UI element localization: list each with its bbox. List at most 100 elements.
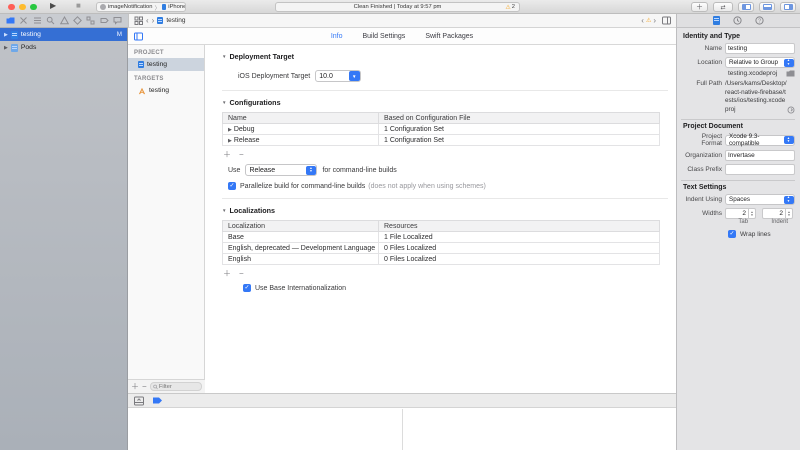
tab-build-settings[interactable]: Build Settings [363,33,406,40]
chevron-down-icon[interactable]: ▼ [349,71,360,81]
table-row[interactable]: ▶Debug 1 Configuration Set [223,124,660,135]
hide-debug-area-icon[interactable] [134,396,144,406]
target-item-label: testing [149,87,169,94]
file-icon [157,17,163,24]
project-list-item[interactable]: testing [128,58,204,71]
test-navigator-icon[interactable] [73,16,82,25]
toggle-project-list-icon[interactable] [134,32,143,41]
breakpoints-toggle-icon[interactable] [152,396,163,405]
combo-value: 10.0 [316,73,349,80]
indent-using-label: Indent Using [681,196,725,203]
tab-width-stepper[interactable]: 2 ▲▼ [725,208,756,219]
disclosure-icon[interactable]: ▶ [228,127,232,133]
name-label: Name [681,45,725,52]
indent-width-stepper[interactable]: 2 ▲▼ [762,208,793,219]
navigator-panel-icon [742,4,751,10]
organization-field[interactable]: Invertase [725,150,795,161]
disclosure-icon[interactable]: ▼ [222,54,226,59]
parallelize-checkbox[interactable]: ✓ [228,182,236,190]
stop-button[interactable]: ■ [76,1,81,10]
name-field[interactable]: testing [725,43,795,54]
table-row[interactable]: English, deprecated — Development Langua… [223,243,660,254]
indent-width-value: 2 [762,208,786,219]
editor-options-button[interactable]: ⇄ [713,2,733,12]
disclosure-icon[interactable]: ▼ [222,100,226,105]
add-button[interactable]: ＋ [131,383,139,391]
toggle-inspector-button[interactable] [780,2,796,12]
filter-field[interactable] [150,382,202,391]
file-inspector-tab-icon[interactable] [713,16,720,25]
remove-localization-button[interactable]: − [239,270,244,278]
editor-layout-icon[interactable] [662,16,671,25]
section-deployment-target: ▼ Deployment Target [222,52,676,61]
status-text: Clean Finished | Today at 9:57 pm [354,4,442,10]
project-format-popup[interactable]: Xcode 9.3-compatible ▲▼ [725,135,795,146]
report-navigator-icon[interactable] [113,16,122,25]
toggle-navigator-button[interactable] [738,2,754,12]
popup-arrows-icon: ▲▼ [784,59,794,67]
close-window-button[interactable] [8,4,15,11]
sidebar-item-testing-project[interactable]: ▶ testing M [0,28,127,41]
next-issue-button[interactable]: › [653,16,656,26]
localization-resources: 0 Files Localized [379,254,660,265]
disclosure-icon[interactable]: ▶ [4,45,8,51]
tab-swift-packages[interactable]: Swift Packages [425,33,473,40]
related-items-icon[interactable] [134,16,143,25]
add-localization-button[interactable]: ＋ [223,270,231,278]
scheme-selector[interactable]: imageNotification 〉 iPhone 11 [96,2,186,12]
filter-input[interactable] [159,384,199,390]
library-button[interactable]: ＋ [691,2,708,12]
table-row[interactable]: Base 1 File Localized [223,232,660,243]
reveal-arrow-icon[interactable] [787,106,795,114]
tab-info[interactable]: Info [331,33,343,40]
toggle-debug-area-button[interactable] [759,2,775,12]
remove-configuration-button[interactable]: − [239,151,244,159]
list-filter-bar: ＋ − [128,379,205,393]
inspector-divider [681,119,795,120]
table-row[interactable]: ▶Release 1 Configuration Set [223,135,660,146]
ios-deployment-target-combobox[interactable]: 10.0 ▼ [315,70,361,82]
debug-navigator-icon[interactable] [86,16,95,25]
forward-button[interactable]: › [152,16,155,26]
folder-icon[interactable] [786,70,795,77]
project-navigator-icon[interactable] [6,16,15,25]
full-path-label: Full Path [681,80,725,114]
history-inspector-tab-icon[interactable] [733,16,742,25]
command-line-config-popup[interactable]: Release ▲▼ [245,164,317,176]
class-prefix-field[interactable] [725,164,795,175]
issues-badge[interactable]: ⚠ 2 [505,3,515,11]
sidebar-item-pods-project[interactable]: ▶ Pods [0,41,127,54]
disclosure-icon[interactable]: ▼ [222,208,226,213]
destination-name: iPhone 11 [168,4,186,10]
find-navigator-icon[interactable] [46,16,55,25]
wrap-lines-checkbox[interactable]: ✓ [728,230,736,238]
add-configuration-button[interactable]: ＋ [223,151,231,159]
indent-using-popup[interactable]: Spaces ▲▼ [725,194,795,205]
target-list-item[interactable]: testing [128,84,204,97]
inspector-panel-icon [784,4,793,10]
symbol-navigator-icon[interactable] [33,16,42,25]
disclosure-icon[interactable]: ▶ [228,138,232,144]
wrap-lines-label: Wrap lines [740,231,771,238]
zoom-window-button[interactable] [30,4,37,11]
source-control-navigator-icon[interactable] [19,16,28,25]
previous-issue-button[interactable]: ‹ [641,16,644,26]
jump-bar-file[interactable]: testing [166,17,185,24]
location-popup[interactable]: Relative to Group ▲▼ [725,57,795,68]
stepper-arrows-icon[interactable]: ▲▼ [786,208,793,219]
back-button[interactable]: ‹ [146,16,149,26]
quick-help-inspector-tab-icon[interactable]: ? [755,16,764,25]
debug-pane-divider[interactable] [402,409,403,450]
minimize-window-button[interactable] [19,4,26,11]
remove-button[interactable]: − [142,383,147,391]
base-internationalization-checkbox[interactable]: ✓ [243,284,251,292]
table-row[interactable]: English 0 Files Localized [223,254,660,265]
stepper-arrows-icon[interactable]: ▲▼ [749,208,756,219]
run-button[interactable]: ▶ [50,1,56,10]
breakpoint-navigator-icon[interactable] [100,16,109,25]
issue-navigator-icon[interactable] [60,16,69,25]
disclosure-icon[interactable]: ▶ [4,32,8,38]
secondary-bar: ‹ › testing ‹ ⚠ › ? [0,14,800,28]
section-divider [222,90,668,91]
navigator-sidebar: ▶ testing M ▶ Pods [0,28,128,450]
